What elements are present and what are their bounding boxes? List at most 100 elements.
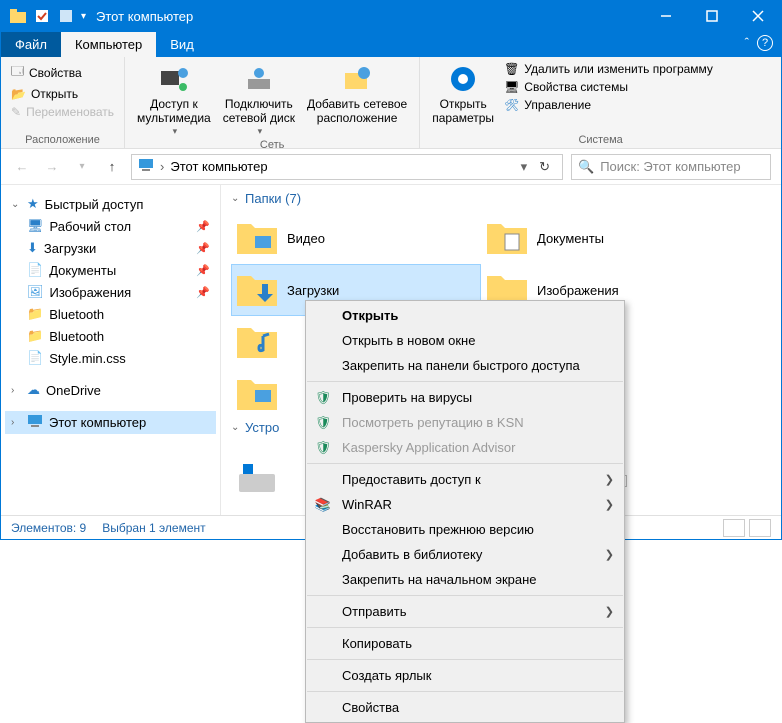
manage-button[interactable]: 🛠Управление [502, 97, 715, 113]
ctx-copy[interactable]: Копировать [306, 631, 624, 656]
forward-button[interactable]: → [41, 156, 63, 178]
winrar-icon: 📚 [314, 496, 332, 514]
tab-file[interactable]: Файл [1, 32, 61, 57]
ctx-winrar[interactable]: 📚WinRAR❯ [306, 492, 624, 517]
add-location-button[interactable]: Добавить сетевое расположение [303, 61, 411, 128]
refresh-button[interactable]: ↻ [533, 159, 556, 175]
properties-icon: 🗔 [11, 62, 24, 83]
ctx-ksn[interactable]: 🛡Посмотреть репутацию в KSN [306, 410, 624, 435]
sidebar-desktop[interactable]: 🖥Рабочий стол📌 [5, 215, 216, 237]
ctx-shortcut[interactable]: Создать ярлык [306, 663, 624, 688]
ribbon: 🗔Свойства 📂Открыть ✎Переименовать Распол… [1, 57, 781, 149]
qat-dropdown-icon[interactable]: ▾ [81, 11, 86, 22]
rename-button: ✎Переименовать [9, 104, 116, 120]
qat-check-icon[interactable] [33, 7, 51, 25]
folder-icon [237, 322, 277, 362]
view-icons-button[interactable] [749, 519, 771, 537]
sys-props-button[interactable]: 🖥Свойства системы [502, 79, 715, 95]
folder-icon [237, 270, 277, 310]
help-icon[interactable]: ? [757, 35, 773, 51]
maximize-button[interactable] [689, 1, 735, 31]
close-button[interactable] [735, 1, 781, 31]
uninstall-button[interactable]: 🗑Удалить или изменить программу [502, 61, 715, 77]
ctx-open[interactable]: Открыть [306, 303, 624, 328]
sidebar-this-pc[interactable]: ›Этот компьютер [5, 411, 216, 434]
open-settings-button[interactable]: Открыть параметры [428, 61, 498, 128]
sidebar-pictures[interactable]: 🖼Изображения📌 [5, 281, 216, 303]
ribbon-tabs: Файл Компьютер Вид ˆ ? [1, 31, 781, 57]
folder-documents[interactable]: Документы [481, 212, 731, 264]
pin-icon: 📌 [196, 220, 210, 233]
ctx-pin-quick[interactable]: Закрепить на панели быстрого доступа [306, 353, 624, 378]
status-items: Элементов: 9 [11, 521, 86, 535]
media-icon [158, 63, 190, 95]
context-menu: Открыть Открыть в новом окне Закрепить н… [305, 300, 625, 723]
folder-icon [9, 7, 27, 25]
address-location: Этот компьютер [170, 159, 267, 174]
folder-icon: 📁 [27, 328, 43, 344]
pc-icon [27, 414, 43, 431]
ctx-share[interactable]: Предоставить доступ к❯ [306, 467, 624, 492]
cloud-icon: ☁ [27, 382, 40, 398]
drive-icon [237, 460, 277, 500]
view-details-button[interactable] [723, 519, 745, 537]
search-input[interactable]: 🔍 Поиск: Этот компьютер [571, 154, 771, 180]
ctx-start-pin[interactable]: Закрепить на начальном экране [306, 567, 624, 592]
desktop-icon: 🖥 [27, 218, 44, 234]
folder-video[interactable]: Видео [231, 212, 481, 264]
tab-computer[interactable]: Компьютер [61, 32, 156, 57]
address-dropdown-icon[interactable]: ▾ [521, 159, 528, 175]
group-label-location: Расположение [9, 134, 116, 146]
folder-icon [487, 218, 527, 258]
ctx-open-new-window[interactable]: Открыть в новом окне [306, 328, 624, 353]
sidebar-bluetooth2[interactable]: 📁Bluetooth [5, 325, 216, 347]
pin-icon: 📌 [196, 286, 210, 299]
ctx-properties[interactable]: Свойства [306, 695, 624, 720]
ctx-send[interactable]: Отправить❯ [306, 599, 624, 624]
pin-icon: 📌 [196, 242, 210, 255]
pic-icon: 🖼 [27, 284, 44, 300]
status-selected: Выбран 1 элемент [102, 521, 205, 535]
media-access-button[interactable]: Доступ к мультимедиа▾ [133, 61, 215, 139]
uninstall-icon: 🗑 [504, 62, 519, 76]
sidebar-bluetooth[interactable]: 📁Bluetooth [5, 303, 216, 325]
star-icon: ★ [27, 196, 39, 212]
back-button[interactable]: ← [11, 156, 33, 178]
up-button[interactable]: ↑ [101, 156, 123, 178]
open-button[interactable]: 📂Открыть [9, 86, 116, 102]
ctx-restore[interactable]: Восстановить прежнюю версию [306, 517, 624, 542]
sidebar-onedrive[interactable]: ›☁OneDrive [5, 379, 216, 401]
ctx-scan-virus[interactable]: 🛡Проверить на вирусы [306, 385, 624, 410]
sidebar-downloads[interactable]: ⬇Загрузки📌 [5, 237, 216, 259]
ribbon-collapse-icon[interactable]: ˆ [745, 35, 749, 51]
open-icon: 📂 [11, 87, 26, 101]
qat-item-icon[interactable] [57, 7, 75, 25]
chevron-right-icon: ❯ [605, 548, 614, 561]
chevron-down-icon: ⌄ [231, 422, 241, 433]
address-bar: ← → ▾ ↑ › Этот компьютер ▾ ↻ 🔍 Поиск: Эт… [1, 149, 781, 185]
group-label-system: Система [428, 134, 773, 146]
addloc-icon [341, 63, 373, 95]
address-input[interactable]: › Этот компьютер ▾ ↻ [131, 154, 563, 180]
pin-icon: 📌 [196, 264, 210, 277]
shield-icon: 🛡 [314, 439, 332, 457]
shield-icon: 🛡 [314, 389, 332, 407]
pc-icon [138, 158, 154, 175]
search-placeholder: Поиск: Этот компьютер [600, 159, 740, 174]
ctx-library[interactable]: Добавить в библиотеку❯ [306, 542, 624, 567]
recent-dropdown[interactable]: ▾ [71, 156, 93, 178]
properties-button[interactable]: 🗔Свойства [9, 61, 116, 84]
folders-header[interactable]: ⌄Папки (7) [231, 191, 771, 206]
manage-icon: 🛠 [504, 98, 519, 112]
chevron-right-icon: ❯ [605, 498, 614, 511]
sidebar-quick-access[interactable]: ⌄★Быстрый доступ [5, 193, 216, 215]
map-drive-button[interactable]: Подключить сетевой диск▾ [219, 61, 299, 139]
sidebar-documents[interactable]: 📄Документы📌 [5, 259, 216, 281]
sidebar-style[interactable]: 📄Style.min.css [5, 347, 216, 369]
tab-view[interactable]: Вид [156, 32, 208, 57]
doc-icon: 📄 [27, 262, 43, 278]
window-title: Этот компьютер [96, 9, 643, 24]
minimize-button[interactable] [643, 1, 689, 31]
ctx-kaa[interactable]: 🛡Kaspersky Application Advisor [306, 435, 624, 460]
titlebar: ▾ Этот компьютер [1, 1, 781, 31]
